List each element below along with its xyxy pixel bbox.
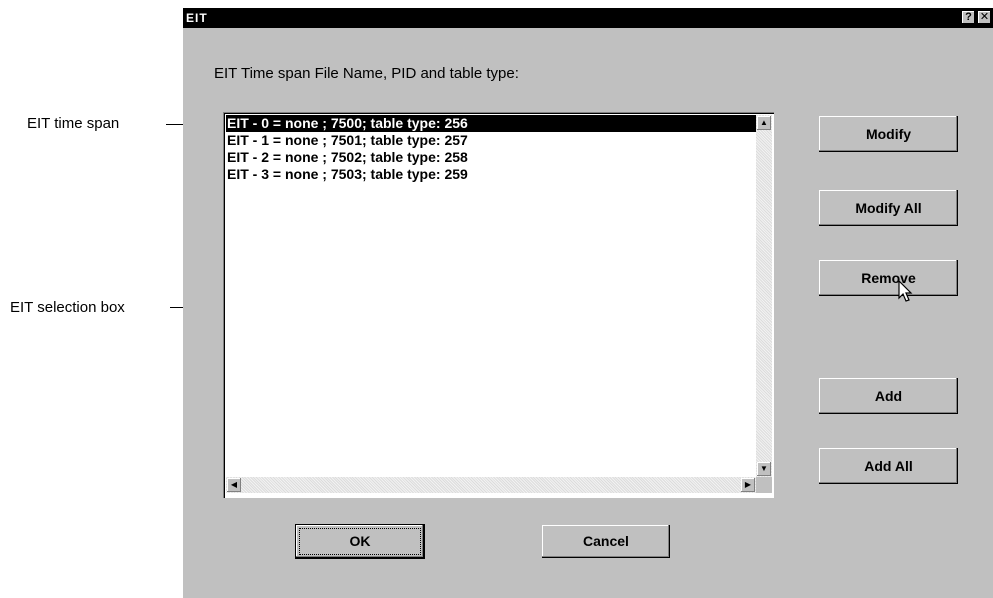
dialog-title: EIT — [186, 11, 208, 25]
scroll-up-icon[interactable]: ▲ — [757, 116, 771, 130]
help-button[interactable]: ? — [962, 11, 975, 24]
list-item[interactable]: EIT - 3 = none ; 7503; table type: 259 — [226, 166, 756, 183]
list-item[interactable]: EIT - 1 = none ; 7501; table type: 257 — [226, 132, 756, 149]
list-items: EIT - 0 = none ; 7500; table type: 256 E… — [226, 115, 756, 183]
eit-selection-listbox[interactable]: EIT - 0 = none ; 7500; table type: 256 E… — [223, 112, 774, 498]
mouse-pointer-icon — [898, 280, 913, 302]
annotation-selection-box: EIT selection box — [10, 299, 125, 316]
modify-button[interactable]: Modify — [819, 116, 958, 152]
focus-rectangle — [299, 528, 421, 555]
horizontal-scrollbar[interactable]: ◀ ▶ — [226, 477, 756, 493]
annotation-time-span: EIT time span — [27, 115, 120, 132]
remove-button[interactable]: Remove — [819, 260, 958, 296]
cancel-button[interactable]: Cancel — [542, 525, 670, 558]
prompt-label: EIT Time span File Name, PID and table t… — [214, 65, 519, 82]
list-item[interactable]: EIT - 0 = none ; 7500; table type: 256 — [226, 115, 756, 132]
scroll-right-icon[interactable]: ▶ — [741, 478, 755, 492]
scroll-down-icon[interactable]: ▼ — [757, 462, 771, 476]
add-button[interactable]: Add — [819, 378, 958, 414]
eit-dialog: EIT ? ✕ EIT Time span File Name, PID and… — [183, 8, 993, 598]
ok-button[interactable]: OK — [296, 525, 424, 558]
add-all-button[interactable]: Add All — [819, 448, 958, 484]
list-item[interactable]: EIT - 2 = none ; 7502; table type: 258 — [226, 149, 756, 166]
scrollbar-corner — [756, 477, 772, 493]
title-bar[interactable]: EIT ? ✕ — [183, 8, 993, 28]
vertical-scrollbar[interactable]: ▲ ▼ — [756, 115, 772, 477]
modify-all-button[interactable]: Modify All — [819, 190, 958, 226]
scroll-left-icon[interactable]: ◀ — [227, 478, 241, 492]
close-button[interactable]: ✕ — [978, 11, 991, 24]
